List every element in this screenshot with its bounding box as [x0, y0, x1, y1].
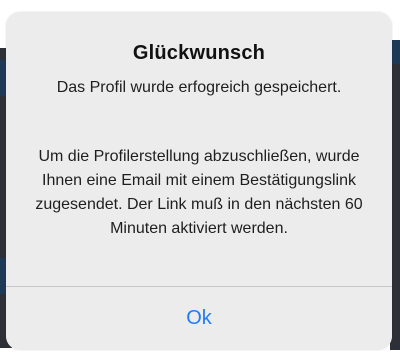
alert-dialog: Glückwunsch Das Profil wurde erfogreich … [6, 12, 392, 350]
screen: Glückwunsch Das Profil wurde erfogreich … [0, 0, 400, 354]
alert-message: Das Profil wurde erfogreich gespeichert. [56, 79, 342, 96]
ok-button[interactable]: Ok [6, 287, 392, 350]
alert-title: Glückwunsch [132, 42, 266, 64]
alert-details: Um die Profilerstellung abzuschließen, w… [35, 148, 363, 237]
alert-body: Glückwunsch Das Profil wurde erfogreich … [6, 12, 392, 286]
